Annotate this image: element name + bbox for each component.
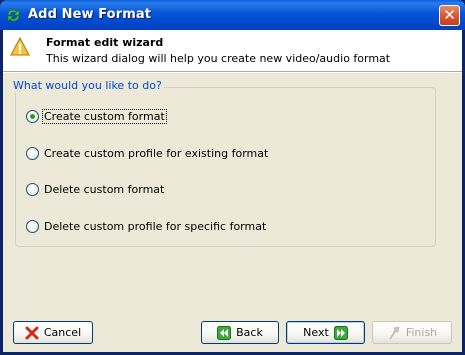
next-arrow-icon bbox=[333, 325, 348, 340]
radio-button[interactable] bbox=[26, 146, 39, 160]
close-button[interactable]: ✕ bbox=[439, 5, 460, 26]
back-arrow-icon bbox=[217, 325, 232, 340]
option-create-custom-profile[interactable]: Create custom profile for existing forma… bbox=[26, 145, 269, 161]
cancel-button[interactable]: Cancel bbox=[13, 321, 93, 344]
info-icon bbox=[10, 36, 30, 56]
cancel-label: Cancel bbox=[43, 326, 82, 339]
finish-flag-icon bbox=[389, 326, 400, 339]
option-label: Delete custom format bbox=[44, 182, 165, 196]
next-button[interactable]: Next bbox=[286, 321, 365, 344]
wizard-header: Format edit wizard This wizard dialog wi… bbox=[3, 30, 462, 71]
option-label: Delete custom profile for specific forma… bbox=[44, 219, 267, 233]
option-delete-custom-profile[interactable]: Delete custom profile for specific forma… bbox=[26, 218, 267, 234]
title-bar[interactable]: Add New Format ✕ bbox=[0, 0, 465, 30]
dialog-body: Format edit wizard This wizard dialog wi… bbox=[3, 30, 462, 352]
cancel-icon bbox=[25, 326, 39, 339]
options-group-label: What would you like to do? bbox=[11, 79, 164, 92]
option-delete-custom-format[interactable]: Delete custom format bbox=[26, 181, 165, 197]
wizard-subtitle: This wizard dialog will help you create … bbox=[46, 52, 391, 65]
finish-button[interactable]: Finish bbox=[372, 321, 452, 344]
radio-button[interactable] bbox=[26, 219, 39, 233]
back-label: Back bbox=[236, 326, 263, 339]
radio-button[interactable] bbox=[26, 182, 39, 196]
next-label: Next bbox=[303, 326, 329, 339]
window-title: Add New Format bbox=[28, 7, 152, 22]
option-create-custom-format[interactable]: Create custom format bbox=[26, 108, 167, 124]
option-label: Create custom format bbox=[42, 108, 167, 124]
option-label: Create custom profile for existing forma… bbox=[44, 146, 269, 160]
back-button[interactable]: Back bbox=[201, 321, 279, 344]
wizard-title: Format edit wizard bbox=[46, 36, 164, 49]
close-icon: ✕ bbox=[443, 6, 456, 24]
dialog-window: Add New Format ✕ Format edit wizard This… bbox=[0, 0, 465, 355]
header-divider bbox=[3, 71, 462, 73]
finish-label: Finish bbox=[405, 326, 438, 339]
radio-button-selected[interactable] bbox=[26, 109, 39, 123]
app-icon bbox=[7, 9, 20, 22]
